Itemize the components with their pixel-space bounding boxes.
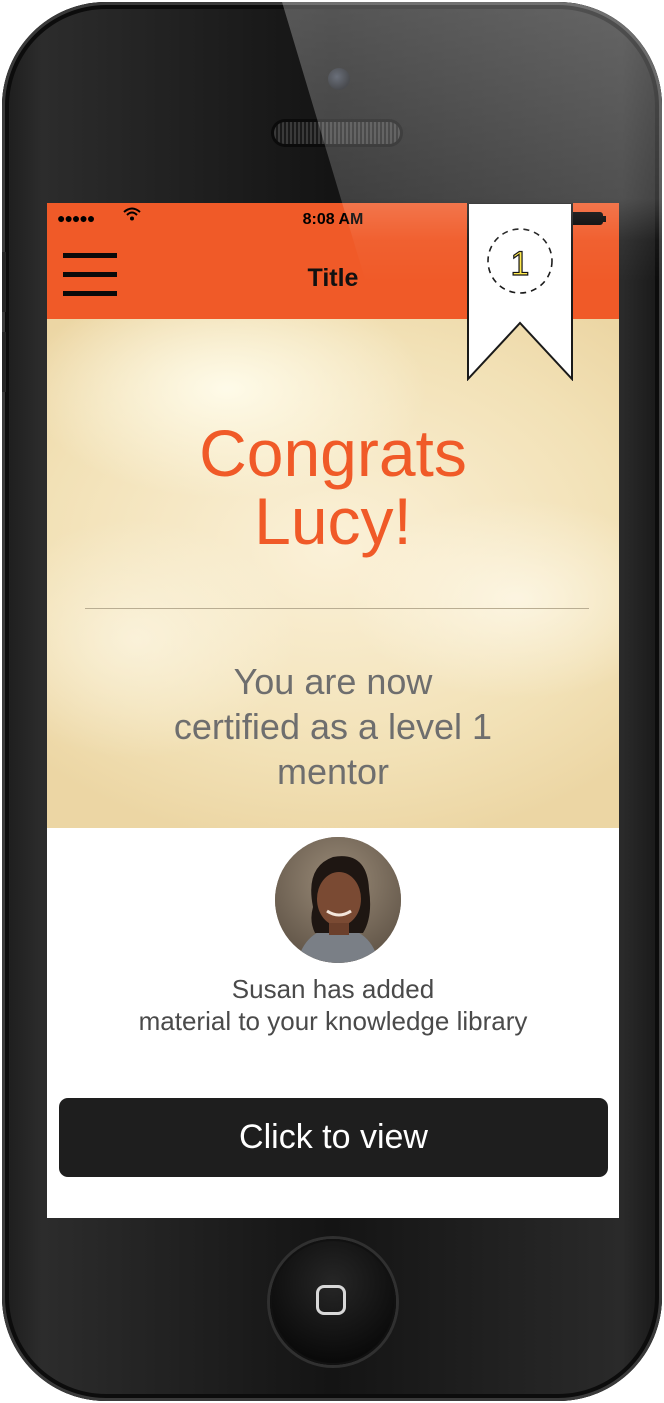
user-avatar[interactable] xyxy=(275,837,401,963)
volume-down-button xyxy=(2,332,6,392)
home-button[interactable] xyxy=(270,1239,396,1365)
notification-line-1: Susan has added xyxy=(231,974,435,1004)
click-to-view-button[interactable]: Click to view xyxy=(59,1098,608,1177)
congrats-hero: Congrats Lucy! You are now certified as … xyxy=(47,319,619,828)
earpiece-speaker xyxy=(274,122,400,144)
volume-up-button xyxy=(2,252,6,312)
congrats-line-1: Congrats xyxy=(199,416,467,490)
battery-icon xyxy=(569,212,603,225)
app-screen: ●●●●● 8:08 AM Title Congrats Lucy! You a… xyxy=(47,203,619,1218)
front-camera xyxy=(328,68,350,90)
certification-line-1: You are now xyxy=(233,661,433,702)
notification-line-2: material to your knowledge library xyxy=(138,1006,528,1036)
hero-divider xyxy=(85,608,589,609)
certification-message: You are now certified as a level 1 mento… xyxy=(47,659,619,794)
certification-line-3: mentor xyxy=(276,751,390,792)
certification-line-2: certified as a level 1 xyxy=(173,706,493,747)
home-square-icon xyxy=(316,1285,346,1315)
notification-text: Susan has added material to your knowled… xyxy=(47,973,619,1037)
congrats-heading: Congrats Lucy! xyxy=(47,419,619,555)
congrats-line-2: Lucy! xyxy=(254,484,412,558)
ribbon-badge-icon xyxy=(467,203,573,381)
battery-cap xyxy=(603,216,606,222)
phone-frame: ●●●●● 8:08 AM Title Congrats Lucy! You a… xyxy=(2,2,662,1401)
badge-level-number: 1 xyxy=(510,244,530,283)
